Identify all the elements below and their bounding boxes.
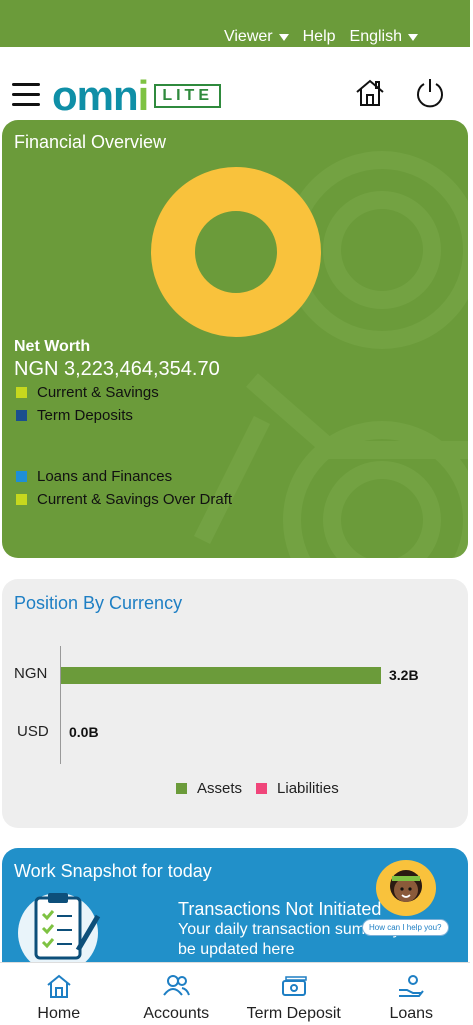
legend-liabilities[interactable]: Liabilities [256,780,339,797]
nav-home[interactable]: Home [0,963,118,1025]
logo-wordmark: omni [52,72,149,119]
category-label-usd: USD [17,723,49,740]
legend-swatch [16,387,27,398]
legend-swatch [16,410,27,421]
legend-label: Loans and Finances [37,468,173,485]
chart-axis [60,646,61,764]
legend-label: Assets [197,780,243,797]
bar-value-label: 3.2B [389,667,419,683]
net-worth-donut-chart [151,167,321,337]
legend-swatch [256,783,268,794]
help-link[interactable]: Help [303,28,336,46]
net-worth-value: NGN 3,223,464,354.70 [14,358,220,380]
legend-current-savings: Current & Savings [16,384,159,401]
top-bar-links: Viewer Help English [224,28,418,46]
chevron-down-icon [278,33,289,41]
viewer-menu[interactable]: Viewer [224,28,289,46]
net-worth-label: Net Worth [14,338,91,355]
legend-label: Term Deposits [37,407,133,424]
omni-lite-logo: omni LITE [52,75,221,117]
legend-label: Current & Savings [37,384,159,401]
card-title: Work Snapshot for today [14,861,212,881]
assistant-prompt-bubble[interactable]: How can I help you? [362,919,449,936]
nav-accounts[interactable]: Accounts [118,963,236,1025]
legend-overdraft: Current & Savings Over Draft [16,491,232,508]
nav-label: Accounts [143,1005,210,1022]
legend-label: Current & Savings Over Draft [37,491,233,508]
nav-label: Home [37,1005,81,1022]
legend-loans-finances: Loans and Finances [16,468,172,485]
legend-swatch [16,471,27,482]
legend-label: Liabilities [277,780,339,797]
banknote-icon [281,976,307,996]
nav-label: Loans [389,1005,434,1022]
bar-value-label: 0.0B [69,724,99,740]
category-label-ngn: NGN [14,665,48,682]
financial-overview-card: Financial Overview Net Worth NGN 3,223,4… [2,120,468,558]
legend-swatch [16,494,27,505]
work-heading: Transactions Not Initiated [178,899,382,919]
viewer-label: Viewer [223,28,273,45]
hand-coin-icon [399,975,425,997]
home-icon[interactable] [354,77,386,109]
nav-loans[interactable]: Loans [353,963,471,1025]
bottom-nav: Home Accounts Term Deposit Loans [0,962,470,1025]
top-bar: Viewer Help English [0,0,470,47]
language-menu[interactable]: English [350,28,418,46]
chart-legend: Assets Liabilities [176,780,339,797]
nav-label: Term Deposit [246,1005,341,1022]
language-label: English [349,28,402,45]
legend-swatch [176,783,187,794]
home-icon [47,974,71,998]
position-by-currency-card: Position By Currency NGN USD 3.2B 0.0B A… [2,579,468,828]
bar-ngn-assets [61,667,381,684]
card-title: Position By Currency [14,593,183,613]
users-icon [163,975,191,996]
help-label: Help [302,28,336,45]
legend-assets[interactable]: Assets [176,780,242,797]
legend-term-deposits: Term Deposits [16,407,133,424]
clipboard-icon [18,893,101,968]
donut-slice [151,167,321,337]
chevron-down-icon [408,33,418,41]
menu-icon[interactable] [12,83,40,107]
card-title: Financial Overview [14,132,167,152]
nav-term-deposit[interactable]: Term Deposit [235,963,353,1025]
app-header: omni LITE [0,47,470,117]
logo-lite-badge: LITE [154,84,221,108]
power-icon[interactable] [414,77,446,109]
